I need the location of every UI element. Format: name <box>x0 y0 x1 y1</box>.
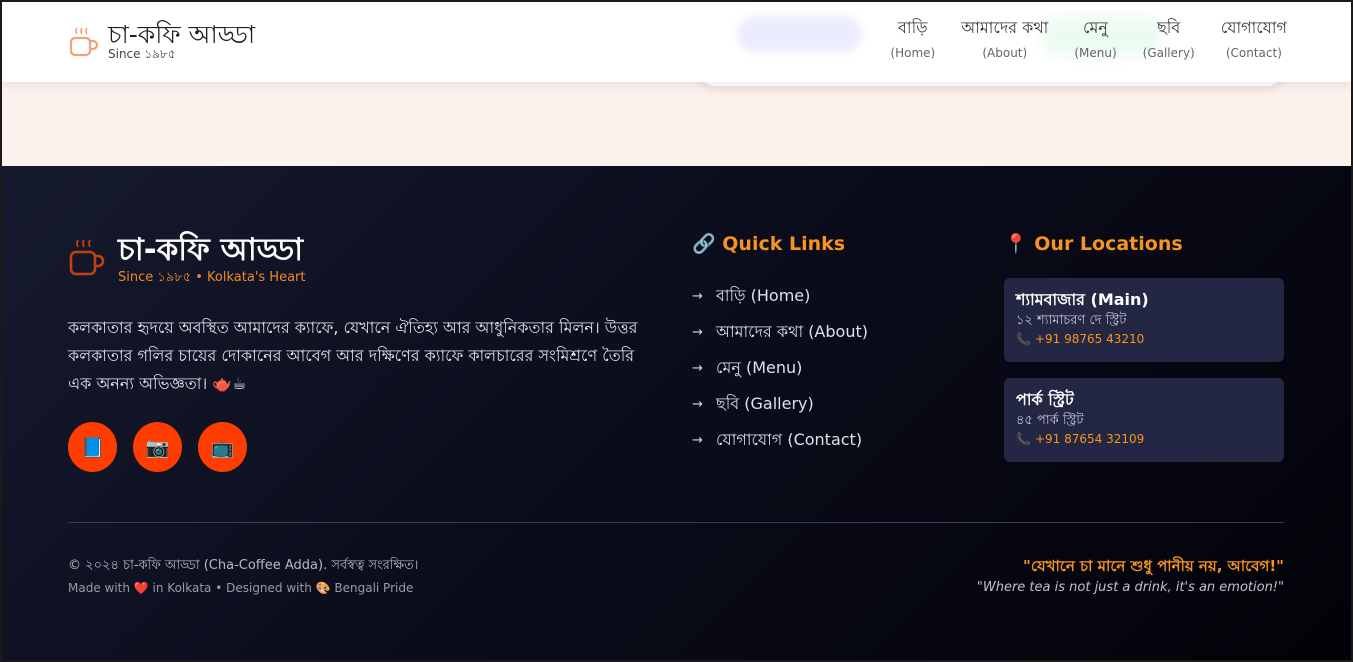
nav-label-bn: মেনু <box>1083 18 1108 37</box>
location-address: ৪৫ পার্ক স্ট্রিট <box>1016 413 1084 428</box>
arrow-right-icon: → <box>692 432 703 448</box>
arrow-right-icon: → <box>692 288 703 304</box>
tagline-bengali: "যেখানে চা মানে শুধু পানীয় নয়, আবেগ!" <box>1023 557 1284 575</box>
phone-icon: 📞 <box>1016 432 1031 446</box>
nav-label-en: (About) <box>982 46 1028 60</box>
blurred-decoration <box>737 16 862 52</box>
nav-item-about[interactable]: আমাদের কথা (About) <box>961 16 1048 62</box>
main-nav: বাড়ি (Home) আমাদের কথা (About) মেনু (Me… <box>890 16 1287 62</box>
site-header: চা-কফি আড্ডা Since ১৯৮৫ বাড়ি (Home) আমা… <box>2 2 1351 82</box>
nav-label-en: (Menu) <box>1074 46 1117 60</box>
quick-link-label: বাড়ি (Home) <box>716 285 811 305</box>
quick-link-label: ছবি (Gallery) <box>716 393 814 413</box>
footer-brand-subtitle: Since ১৯৮৫ • Kolkata's Heart <box>118 270 306 285</box>
nav-label-bn: আমাদের কথা <box>961 18 1049 37</box>
phone-icon: 📞 <box>1016 332 1031 346</box>
made-with-text: Made with ❤️ in Kolkata • Designed with … <box>68 581 414 595</box>
footer-divider <box>68 522 1284 523</box>
header-brand-title: চা-কফি আড্ডা <box>108 20 256 49</box>
social-links: 📘 📷 📺 <box>68 422 247 472</box>
quick-links-list: → বাড়ি (Home) → আমাদের কথা (About) → মে… <box>692 278 868 458</box>
quick-link-label: মেনু (Menu) <box>716 357 803 377</box>
arrow-right-icon: → <box>692 396 703 412</box>
book-icon[interactable]: 📘 <box>68 422 117 472</box>
nav-item-menu[interactable]: মেনু (Menu) <box>1074 16 1116 62</box>
coffee-cup-icon <box>69 239 105 276</box>
location-card: পার্ক স্ট্রিট ৪৫ পার্ক স্ট্রিট 📞 +91 8765… <box>1004 378 1284 462</box>
social-glyph: 📘 <box>80 436 105 459</box>
nav-label-bn: বাড়ি <box>898 18 928 37</box>
quick-links-heading: 🔗 Quick Links <box>692 233 846 255</box>
quick-link-home[interactable]: → বাড়ি (Home) <box>692 278 868 314</box>
location-card: শ্যামবাজার (Main) ১২ শ্যামাচরণ দে স্ট্রি… <box>1004 278 1284 362</box>
location-name: পার্ক স্ট্রিট <box>1016 390 1074 409</box>
locations-heading: 📍 Our Locations <box>1004 233 1183 255</box>
phone-number: +91 87654 32109 <box>1034 432 1145 446</box>
quick-links: 🔗 Quick Links → বাড়ি (Home) → আমাদের কথ… <box>692 230 868 458</box>
nav-item-gallery[interactable]: ছবি (Gallery) <box>1143 16 1195 62</box>
nav-label-en: (Gallery) <box>1142 46 1195 60</box>
quick-link-label: আমাদের কথা (About) <box>716 321 868 341</box>
nav-item-home[interactable]: বাড়ি (Home) <box>890 16 935 62</box>
location-phone[interactable]: 📞 +91 87654 32109 <box>1016 430 1272 448</box>
tagline-english: "Where tea is not just a drink, it's an … <box>976 580 1284 595</box>
camera-icon[interactable]: 📷 <box>133 422 182 472</box>
quick-link-contact[interactable]: → যোগাযোগ (Contact) <box>692 422 868 458</box>
social-glyph: 📷 <box>145 436 170 459</box>
quick-link-about[interactable]: → আমাদের কথা (About) <box>692 314 868 350</box>
footer-brand: চা-কফি আড্ডা Since ১৯৮৫ • Kolkata's Hear… <box>68 232 306 286</box>
locations: 📍 Our Locations শ্যামবাজার (Main) ১২ শ্য… <box>1004 230 1284 462</box>
nav-label-bn: যোগাযোগ <box>1220 18 1287 37</box>
copyright-text: © ২০২৪ চা-কফি আড্ডা (Cha-Coffee Adda). স… <box>68 558 419 573</box>
nav-item-contact[interactable]: যোগাযোগ (Contact) <box>1221 16 1287 62</box>
quick-link-label: যোগাযোগ (Contact) <box>716 429 863 449</box>
location-address: ১২ শ্যামাচরণ দে স্ট্রিট <box>1016 313 1127 328</box>
tv-icon[interactable]: 📺 <box>198 422 247 472</box>
nav-label-bn: ছবি <box>1157 18 1181 37</box>
footer-brand-title: চা-কফি আড্ডা <box>118 232 304 268</box>
phone-number: +91 98765 43210 <box>1034 332 1145 346</box>
footer-description: কলকাতার হৃদয়ে অবস্থিত আমাদের ক্যাফে, যে… <box>68 318 638 393</box>
header-brand[interactable]: চা-কফি আড্ডা Since ১৯৮৫ <box>68 20 255 60</box>
quick-link-menu[interactable]: → মেনু (Menu) <box>692 350 868 386</box>
social-glyph: 📺 <box>210 436 235 459</box>
nav-label-en: (Home) <box>890 46 936 60</box>
location-name: শ্যামবাজার (Main) <box>1016 290 1149 309</box>
arrow-right-icon: → <box>692 360 703 376</box>
coffee-cup-icon <box>69 27 99 57</box>
arrow-right-icon: → <box>692 324 703 340</box>
location-phone[interactable]: 📞 +91 98765 43210 <box>1016 330 1272 348</box>
site-footer: চা-কফি আড্ডা Since ১৯৮৫ • Kolkata's Hear… <box>0 166 1353 662</box>
nav-label-en: (Contact) <box>1225 46 1282 60</box>
quick-link-gallery[interactable]: → ছবি (Gallery) <box>692 386 868 422</box>
